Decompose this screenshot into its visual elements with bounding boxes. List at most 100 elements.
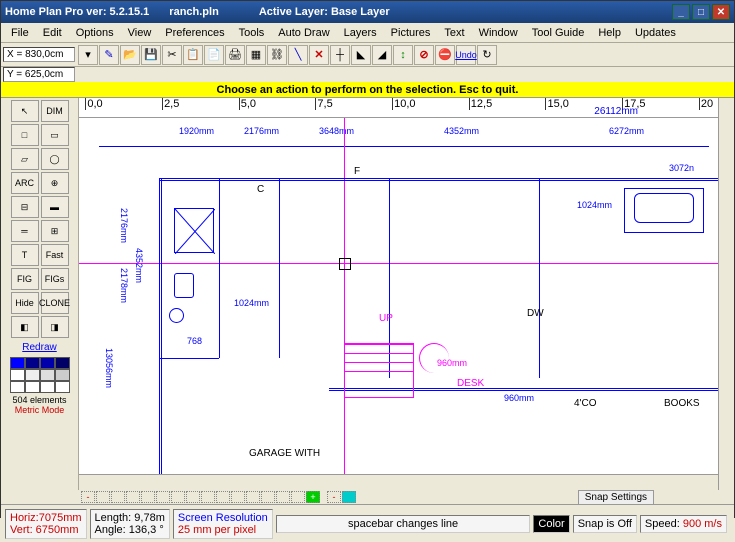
menu-view[interactable]: View	[122, 25, 158, 41]
open-icon[interactable]: 📂	[120, 45, 140, 65]
tool-fig[interactable]: FIG	[11, 268, 39, 290]
horizontal-ruler: 0,0 2,5 5,0 7,5 10,0 12,5 15,0 17,5 20 2…	[79, 98, 718, 118]
line-icon[interactable]: ╲	[288, 45, 308, 65]
app-title: Home Plan Pro ver: 5.2.15.1	[5, 6, 149, 18]
lbl-books: BOOKS	[664, 398, 700, 409]
tool-pointer[interactable]: ↖	[11, 100, 39, 122]
ruler-span: 26112mm	[594, 106, 638, 117]
lbl-dw: DW	[527, 308, 544, 319]
snap-settings-button[interactable]: Snap Settings	[578, 490, 654, 505]
tool-hide[interactable]: Hide	[11, 292, 39, 314]
zoom-in-icon[interactable]: +	[306, 491, 320, 503]
zoom-fit-icon[interactable]	[342, 491, 356, 503]
tool-rect2[interactable]: ▭	[41, 124, 69, 146]
status-bar: Horiz:7075mm Vert: 6750mm Length: 9,78m …	[1, 504, 734, 542]
titlebar: Home Plan Pro ver: 5.2.15.1 ranch.pln Ac…	[1, 1, 734, 23]
menu-file[interactable]: File	[5, 25, 35, 41]
ortho-icon[interactable]: ┼	[330, 45, 350, 65]
tool-rect1[interactable]: □	[11, 124, 39, 146]
redraw-link[interactable]: Redraw	[22, 342, 56, 353]
menu-toolguide[interactable]: Tool Guide	[526, 25, 591, 41]
tool-grid[interactable]: ⊞	[41, 220, 69, 242]
status-res2: 25 mm per pixel	[178, 524, 268, 536]
redo-icon[interactable]: ↻	[477, 45, 497, 65]
lbl-4co: 4'CO	[574, 398, 596, 409]
diag-rt-icon[interactable]: ◢	[372, 45, 392, 65]
color-palette[interactable]	[10, 357, 70, 393]
metric-mode: Metric Mode	[15, 405, 65, 415]
tool-fast[interactable]: Fast	[41, 244, 69, 266]
tool-wall[interactable]: ▬	[41, 196, 69, 218]
disk-icon[interactable]: 💾	[141, 45, 161, 65]
tree-icon[interactable]: ↕	[393, 45, 413, 65]
menu-updates[interactable]: Updates	[629, 25, 682, 41]
horizontal-scrollbar[interactable]	[79, 474, 718, 490]
close-button[interactable]: ✕	[712, 4, 730, 20]
menu-autodraw[interactable]: Auto Draw	[272, 25, 335, 41]
menubar: File Edit Options View Preferences Tools…	[1, 23, 734, 43]
stop-icon[interactable]: ⛔	[435, 45, 455, 65]
menu-tools[interactable]: Tools	[233, 25, 271, 41]
menu-text[interactable]: Text	[438, 25, 470, 41]
coord-y: Y = 625,0cm	[3, 67, 75, 82]
menu-preferences[interactable]: Preferences	[159, 25, 230, 41]
zoom-strip: - + - Snap Settings	[1, 490, 734, 504]
tool-double[interactable]: ═	[11, 220, 39, 242]
copy-icon[interactable]: 📋	[183, 45, 203, 65]
chain-icon[interactable]: ⛓	[267, 45, 287, 65]
menu-edit[interactable]: Edit	[37, 25, 68, 41]
element-count: 504 elements	[12, 395, 66, 405]
coord-x: X = 830,0cm	[3, 47, 75, 62]
menu-pictures[interactable]: Pictures	[385, 25, 437, 41]
speed-label: Speed:	[645, 518, 680, 530]
tool-dim[interactable]: DIM	[41, 100, 69, 122]
tool-panel: ↖ DIM □ ▭ ▱ ◯ ARC ⊕ ⊟ ▬ ═ ⊞ T Fast FIG F…	[1, 98, 79, 490]
status-angle: Angle: 136,3 °	[95, 524, 165, 536]
tool-target[interactable]: ⊕	[41, 172, 69, 194]
menu-options[interactable]: Options	[70, 25, 120, 41]
cut-icon[interactable]: ✂	[162, 45, 182, 65]
tool-circle[interactable]: ◯	[41, 148, 69, 170]
menu-help[interactable]: Help	[592, 25, 627, 41]
status-vert: Vert: 6750mm	[10, 524, 82, 536]
dropdown-icon[interactable]: ▾	[78, 45, 98, 65]
tool-arc[interactable]: ARC	[11, 172, 39, 194]
diag-lt-icon[interactable]: ◣	[351, 45, 371, 65]
drawing-canvas[interactable]: 1920mm 2176mm 3648mm 4352mm 6272mm F C	[79, 118, 718, 474]
lbl-c: C	[257, 184, 264, 195]
close-shape-icon[interactable]: ⊘	[414, 45, 434, 65]
minimize-button[interactable]: _	[672, 4, 690, 20]
toolbar: X = 830,0cm ▾ ✎ 📂 💾 ✂ 📋 📄 🖨 ▦ ⛓ ╲ ✕ ┼ ◣ …	[1, 43, 734, 67]
tool-fill2[interactable]: ◨	[41, 316, 69, 338]
lbl-up: UP	[379, 313, 393, 324]
zoom-step[interactable]	[96, 491, 110, 503]
tool-poly[interactable]: ▱	[11, 148, 39, 170]
vertical-scrollbar[interactable]	[718, 98, 734, 490]
status-hint: spacebar changes line	[276, 515, 531, 533]
page-icon[interactable]: ▦	[246, 45, 266, 65]
active-layer: Active Layer: Base Layer	[259, 6, 672, 18]
tool-fill1[interactable]: ◧	[11, 316, 39, 338]
tool-window[interactable]: ⊟	[11, 196, 39, 218]
tool-clone[interactable]: CLONE	[41, 292, 69, 314]
lbl-f: F	[354, 166, 360, 177]
speed-value: 900 m/s	[683, 518, 722, 530]
snap-status: Snap is Off	[573, 515, 637, 533]
paste-icon[interactable]: 📄	[204, 45, 224, 65]
lbl-desk: DESK	[457, 378, 484, 389]
zoom-out2-icon[interactable]: -	[327, 491, 341, 503]
x-icon[interactable]: ✕	[309, 45, 329, 65]
file-name: ranch.pln	[169, 6, 219, 18]
menu-layers[interactable]: Layers	[338, 25, 383, 41]
action-bar: Choose an action to perform on the selec…	[1, 82, 734, 98]
undo-button[interactable]: Undo	[456, 45, 476, 65]
new-icon[interactable]: ✎	[99, 45, 119, 65]
zoom-out-icon[interactable]: -	[81, 491, 95, 503]
color-button[interactable]: Color	[533, 515, 569, 533]
maximize-button[interactable]: □	[692, 4, 710, 20]
tool-text[interactable]: T	[11, 244, 39, 266]
menu-window[interactable]: Window	[473, 25, 524, 41]
print-icon[interactable]: 🖨	[225, 45, 245, 65]
lbl-garage: GARAGE WITH	[249, 448, 320, 459]
tool-figs[interactable]: FIGs	[41, 268, 69, 290]
